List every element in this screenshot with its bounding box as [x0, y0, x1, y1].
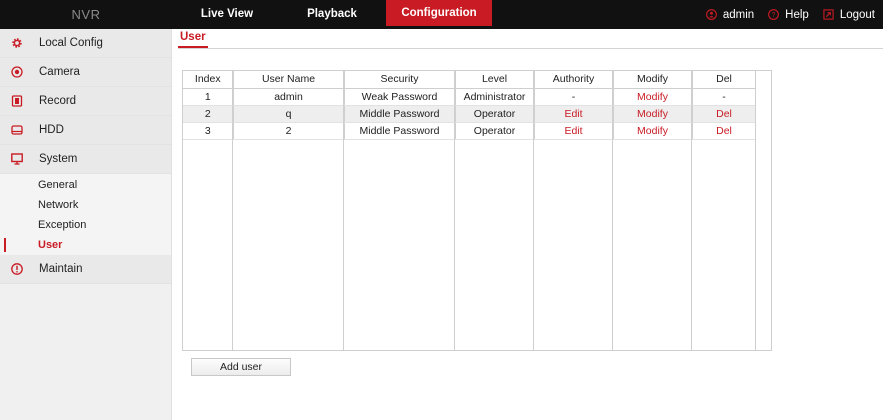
sidebar-item-record[interactable]: Record: [0, 87, 171, 116]
camera-icon: [11, 66, 23, 78]
sidebar-item-label: Record: [39, 95, 77, 107]
tab-user[interactable]: User: [178, 31, 208, 48]
sidebar-item-system[interactable]: System: [0, 145, 171, 174]
nav-playback[interactable]: Playback: [282, 0, 382, 29]
table-row[interactable]: 3 2 Middle Password Operator Edit Modify…: [183, 122, 757, 140]
delete-link[interactable]: Del: [692, 122, 757, 140]
modify-link[interactable]: Modify: [613, 88, 693, 106]
cell-security: Middle Password: [344, 122, 456, 140]
sidebar-item-label: Local Config: [39, 37, 103, 49]
header-modify: Modify: [613, 71, 693, 89]
help-label: Help: [785, 8, 809, 21]
cell-user-name: q: [233, 105, 345, 123]
sidebar: Local Config Camera Record HDD System Ge…: [0, 29, 172, 420]
cell-authority: -: [534, 88, 614, 106]
top-bar: NVR Live View Playback Configuration adm…: [0, 0, 883, 29]
user-table-grid: Index User Name Security Level Authority…: [183, 71, 757, 140]
cell-index: 2: [183, 105, 234, 123]
hdd-icon: [11, 125, 23, 135]
cell-level: Operator: [455, 105, 535, 123]
delete-link[interactable]: Del: [692, 105, 757, 123]
sidebar-item-label: Maintain: [39, 263, 83, 275]
cell-security: Middle Password: [344, 105, 456, 123]
table-scrollbar[interactable]: [755, 71, 771, 350]
sidebar-item-camera[interactable]: Camera: [0, 58, 171, 87]
sidebar-item-label: Camera: [39, 66, 80, 78]
cell-security: Weak Password: [344, 88, 456, 106]
header-security: Security: [344, 71, 456, 89]
brand-logo: NVR: [71, 7, 101, 22]
monitor-icon: [11, 153, 23, 165]
logout-label: Logout: [839, 8, 875, 21]
cell-user-name: 2: [233, 122, 345, 140]
cell-level: Administrator: [455, 88, 535, 106]
submenu-item-network[interactable]: Network: [0, 195, 171, 215]
cell-del: -: [692, 88, 757, 106]
cell-user-name: admin: [233, 88, 345, 106]
main-content: User Index User Name Security Level Auth: [172, 29, 883, 420]
edit-authority-link[interactable]: Edit: [534, 105, 614, 123]
nav-configuration[interactable]: Configuration: [386, 0, 492, 26]
info-icon: [11, 263, 23, 275]
table-row[interactable]: 2 q Middle Password Operator Edit Modify…: [183, 105, 757, 123]
submenu-item-general[interactable]: General: [0, 175, 171, 195]
submenu-item-exception[interactable]: Exception: [0, 215, 171, 235]
user-name: admin: [722, 8, 755, 21]
top-right-links: admin ? Help Logout: [705, 0, 875, 29]
submenu-item-user[interactable]: User: [0, 235, 171, 255]
user-icon: [705, 9, 717, 20]
sidebar-item-local-config[interactable]: Local Config: [0, 29, 171, 58]
nav-live-view[interactable]: Live View: [172, 0, 282, 29]
help-link[interactable]: ? Help: [768, 9, 809, 21]
user-menu[interactable]: admin: [705, 8, 755, 21]
header-level: Level: [455, 71, 535, 89]
tab-bar: User: [178, 29, 883, 49]
cell-index: 3: [183, 122, 234, 140]
sidebar-item-maintain[interactable]: Maintain: [0, 255, 171, 284]
add-user-button[interactable]: Add user: [191, 358, 291, 376]
sidebar-item-label: HDD: [39, 124, 64, 136]
modify-link[interactable]: Modify: [613, 122, 693, 140]
header-index: Index: [183, 71, 234, 89]
svg-text:?: ?: [772, 12, 776, 19]
gear-icon: [12, 38, 22, 48]
edit-authority-link[interactable]: Edit: [534, 122, 614, 140]
table-row[interactable]: 1 admin Weak Password Administrator - Mo…: [183, 88, 757, 106]
sidebar-item-hdd[interactable]: HDD: [0, 116, 171, 145]
cell-index: 1: [183, 88, 234, 106]
logout-icon: [823, 9, 834, 20]
header-del: Del: [692, 71, 757, 89]
cell-level: Operator: [455, 122, 535, 140]
system-submenu: General Network Exception User: [0, 174, 171, 255]
header-user-name: User Name: [233, 71, 345, 89]
sidebar-item-label: System: [39, 153, 78, 165]
table-header-row: Index User Name Security Level Authority…: [183, 71, 757, 89]
modify-link[interactable]: Modify: [613, 105, 693, 123]
user-table: Index User Name Security Level Authority…: [182, 70, 772, 351]
help-icon: ?: [768, 9, 780, 20]
logout-link[interactable]: Logout: [823, 9, 875, 21]
header-authority: Authority: [534, 71, 614, 89]
record-icon: [11, 95, 23, 107]
